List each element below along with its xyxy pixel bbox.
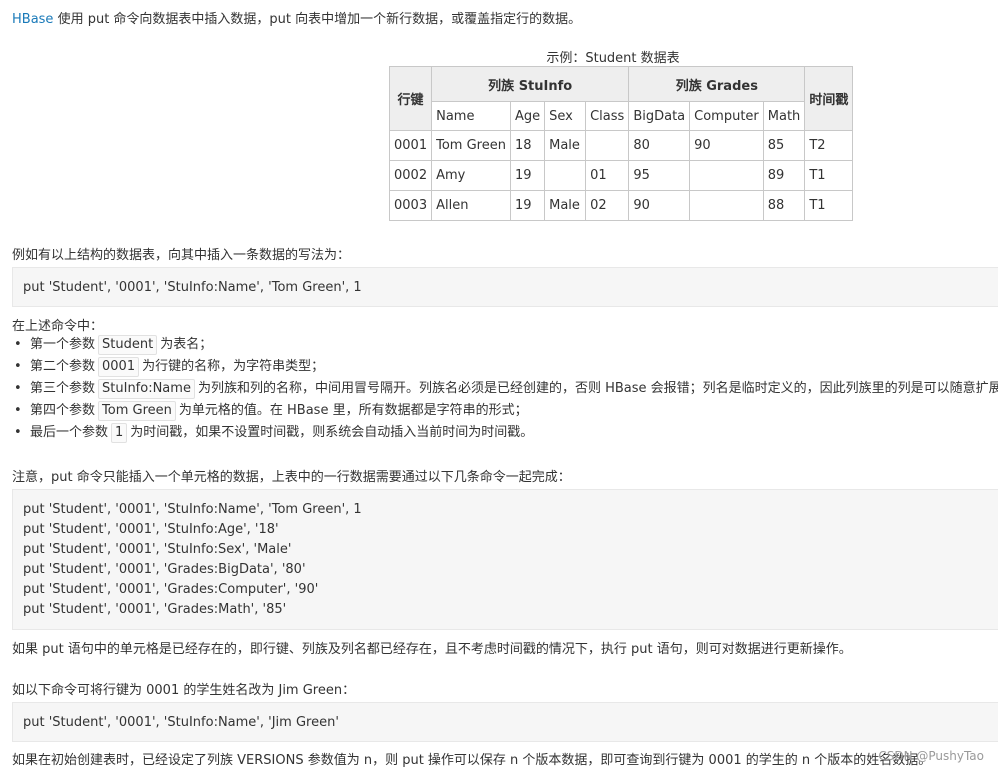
intro-paragraph: HBase 使用 put 命令向数据表中插入数据，put 向表中增加一个新行数据… [12, 8, 581, 27]
table-cell: 90 [628, 190, 691, 221]
table-cell [585, 130, 630, 161]
table-cell: 89 [762, 160, 806, 191]
table-cell: 18 [509, 130, 546, 161]
table-cell: T2 [804, 130, 854, 161]
table-cell: 85 [762, 130, 806, 161]
params-intro: 在上述命令中： [12, 319, 104, 334]
param-text: 第四个参数 [30, 403, 96, 418]
table-cell: 0002 [388, 160, 433, 191]
watermark: CSDN @PushyTao [878, 749, 984, 763]
table-cell: 0001 [388, 130, 433, 161]
param-text: 第三个参数 [30, 381, 96, 396]
student-table: 行键 列族 StuInfo 列族 Grades 时间戳 Name Age Sex… [388, 66, 854, 221]
column-header: Name [431, 101, 511, 131]
code-line: put 'Student', '0001', 'Grades:BigData',… [23, 562, 306, 577]
table-cell: 95 [628, 160, 691, 191]
timestamp-header: 时间戳 [804, 66, 854, 131]
code-line: put 'Student', '0001', 'StuInfo:Name', '… [23, 280, 362, 295]
table-cell: 02 [585, 190, 630, 221]
param-text: 为表名； [160, 337, 213, 352]
rename-code-block: put 'Student', '0001', 'StuInfo:Name', '… [12, 702, 998, 742]
rowkey-header: 行键 [388, 66, 433, 131]
note-paragraph: 注意，put 命令只能插入一个单元格的数据，上表中的一行数据需要通过以下几条命令… [12, 470, 571, 485]
table-row: 0001 Tom Green 18 Male 80 90 85 T2 [388, 130, 854, 161]
table-row: 0002 Amy 19 01 95 89 T1 [388, 160, 854, 191]
param-text: 最后一个参数 [30, 425, 109, 440]
hbase-link[interactable]: HBase [12, 12, 53, 27]
list-item: • 第二个参数 0001 为行键的名称，为字符串类型； [12, 356, 998, 378]
example-intro: 例如有以上结构的数据表，向其中插入一条数据的写法为： [12, 248, 351, 263]
update-paragraph: 如果 put 语句中的单元格是已经存在的，即行键、列族及列名都已经存在，且不考虑… [12, 642, 852, 657]
versions-paragraph: 如果在初始创建表时，已经设定了列族 VERSIONS 参数值为 n，则 put … [12, 753, 932, 768]
param-text: 为时间戳，如果不设置时间戳，则系统会自动插入当前时间为时间戳。 [130, 425, 534, 440]
param-text: 第一个参数 [30, 337, 96, 352]
list-item: • 第四个参数 Tom Green 为单元格的值。在 HBase 里，所有数据都是字符… [12, 400, 998, 422]
column-header: Computer [689, 101, 764, 131]
table-cell [689, 160, 764, 191]
table-cell: 01 [585, 160, 630, 191]
table-cell: Allen [431, 190, 511, 221]
column-header: BigData [628, 101, 691, 131]
code-line: put 'Student', '0001', 'StuInfo:Name', '… [23, 502, 362, 517]
code-line: put 'Student', '0001', 'StuInfo:Age', '1… [23, 522, 279, 537]
params-list: • 第一个参数 Student 为表名； • 第二个参数 0001 为行键的名称，为字符串类… [12, 334, 998, 444]
table-caption: 示例：Student 数据表 [546, 51, 680, 66]
example-code-block: put 'Student', '0001', 'StuInfo:Name', '… [12, 267, 998, 307]
table-cell [544, 160, 587, 191]
table-cell: Amy [431, 160, 511, 191]
table-cell: Male [544, 130, 587, 161]
bullet: • [14, 337, 22, 352]
column-header: Math [762, 101, 806, 131]
inline-code: 0001 [98, 357, 140, 377]
inline-code: StuInfo:Name [98, 379, 195, 399]
list-item: • 第三个参数 StuInfo:Name 为列族和列的名称，中间用冒号隔开。列族名必须… [12, 378, 998, 400]
table-cell: 90 [689, 130, 764, 161]
inline-code: Tom Green [98, 401, 176, 421]
table-cell: Tom Green [431, 130, 511, 161]
table-cell: 19 [509, 160, 546, 191]
multi-code-block: put 'Student', '0001', 'StuInfo:Name', '… [12, 489, 998, 630]
param-text: 为列族和列的名称，中间用冒号隔开。列族名必须是已经创建的，否则 HBase 会报… [197, 381, 998, 396]
table-cell [689, 190, 764, 221]
param-text: 为单元格的值。在 HBase 里，所有数据都是字符串的形式； [178, 403, 528, 418]
family-grades-header: 列族 Grades [628, 66, 806, 102]
inline-code: 1 [111, 423, 128, 443]
list-item: • 最后一个参数 1 为时间戳，如果不设置时间戳，则系统会自动插入当前时间为时间戳。 [12, 422, 998, 444]
column-header: Sex [544, 101, 587, 131]
bullet: • [14, 381, 22, 396]
table-cell: Male [544, 190, 587, 221]
rename-intro: 如以下命令可将行键为 0001 的学生姓名改为 Jim Green： [12, 683, 356, 698]
table-row: 0003 Allen 19 Male 02 90 88 T1 [388, 190, 854, 221]
table-cell: 80 [628, 130, 691, 161]
code-line: put 'Student', '0001', 'Grades:Computer'… [23, 582, 319, 597]
bullet: • [14, 425, 22, 440]
inline-code: Student [98, 335, 158, 355]
family-stuinfo-header: 列族 StuInfo [431, 66, 630, 102]
intro-text: 使用 put 命令向数据表中插入数据，put 向表中增加一个新行数据，或覆盖指定… [53, 12, 582, 27]
table-cell: T1 [804, 160, 854, 191]
table-cell: 0003 [388, 190, 433, 221]
table-cell: 88 [762, 190, 806, 221]
column-header: Age [509, 101, 546, 131]
code-line: put 'Student', '0001', 'StuInfo:Name', '… [23, 715, 339, 730]
param-text: 第二个参数 [30, 359, 96, 374]
column-header: Class [585, 101, 630, 131]
table-cell: T1 [804, 190, 854, 221]
bullet: • [14, 403, 22, 418]
code-line: put 'Student', '0001', 'Grades:Math', '8… [23, 602, 287, 617]
table-cell: 19 [509, 190, 546, 221]
bullet: • [14, 359, 22, 374]
code-line: put 'Student', '0001', 'StuInfo:Sex', 'M… [23, 542, 292, 557]
param-text: 为行键的名称，为字符串类型； [142, 359, 325, 374]
list-item: • 第一个参数 Student 为表名； [12, 334, 998, 356]
